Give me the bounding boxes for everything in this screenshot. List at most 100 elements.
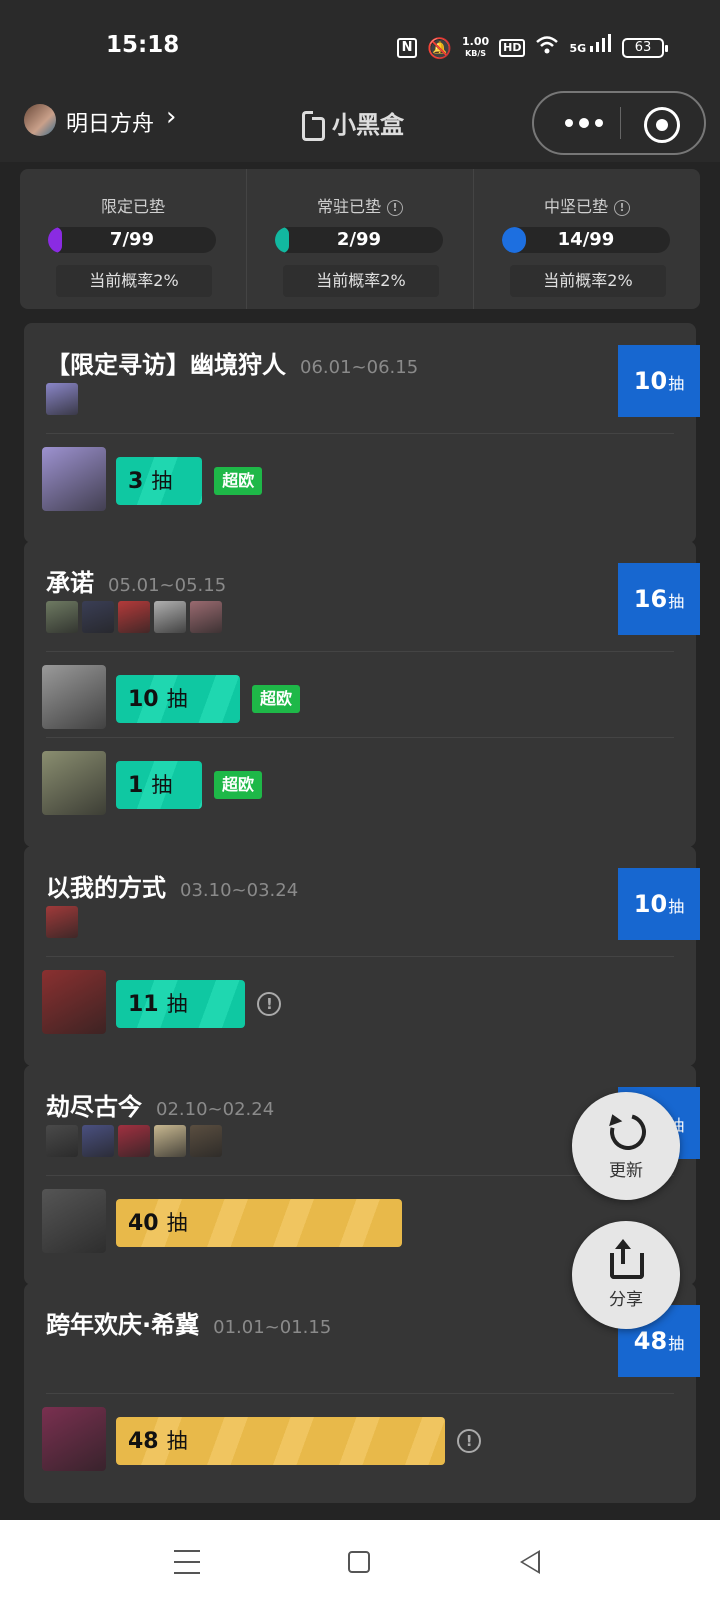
operator-thumb bbox=[118, 601, 150, 633]
info-icon[interactable]: ! bbox=[257, 992, 282, 1016]
back-icon[interactable] bbox=[520, 1550, 540, 1574]
operator-thumb bbox=[154, 601, 186, 633]
row-divider bbox=[46, 1393, 674, 1394]
operator-portrait bbox=[42, 970, 106, 1034]
pull-record[interactable]: 1抽 超欧 bbox=[42, 751, 672, 815]
capsule-divider bbox=[620, 107, 621, 139]
pity-column: 限定已垫 7/99 当前概率2% bbox=[20, 169, 246, 309]
pull-count-bar: 11 抽 bbox=[116, 980, 246, 1028]
info-icon[interactable]: ! bbox=[387, 200, 403, 216]
refresh-button[interactable]: 更新 bbox=[572, 1092, 680, 1200]
pity-title: 中坚已垫! bbox=[474, 193, 700, 217]
banner-date: 01.01~01.15 bbox=[213, 1317, 332, 1338]
operator-portrait bbox=[42, 447, 106, 511]
share-button[interactable]: 分享 bbox=[572, 1221, 680, 1329]
info-icon[interactable]: ! bbox=[614, 200, 630, 216]
home-icon[interactable] bbox=[348, 1551, 370, 1573]
pull-record[interactable]: 40 抽 bbox=[42, 1189, 672, 1253]
banner-date: 05.01~05.15 bbox=[108, 575, 227, 596]
banner-title: 跨年欢庆·希冀 01.01~01.15 bbox=[46, 1311, 332, 1339]
featured-operators bbox=[46, 383, 78, 415]
lucky-tag: 超欧 bbox=[214, 467, 263, 495]
pity-count: 14/99 bbox=[557, 229, 615, 250]
featured-operators bbox=[46, 601, 222, 633]
xiaoheihe-logo-icon bbox=[300, 109, 326, 141]
banner-card[interactable]: 以我的方式 03.10~03.24 10抽 11 抽 ! bbox=[24, 846, 700, 1066]
operator-thumb bbox=[46, 1125, 78, 1157]
banner-total-pulls: 16抽 bbox=[618, 563, 700, 635]
row-divider bbox=[46, 651, 674, 652]
brand-name: 小黑盒 bbox=[332, 111, 404, 139]
info-icon[interactable]: ! bbox=[457, 1429, 482, 1453]
pity-summary: 限定已垫 7/99 当前概率2% 常驻已垫! 2/99 当前概率2% 中坚已垫!… bbox=[20, 169, 700, 309]
featured-operators bbox=[46, 1125, 222, 1157]
menu-icon[interactable] bbox=[174, 1550, 200, 1574]
status-time: 15:18 bbox=[106, 32, 180, 58]
pull-record[interactable]: 11 抽 ! bbox=[42, 970, 672, 1034]
pull-record[interactable]: 3抽 超欧 bbox=[42, 447, 672, 511]
lucky-tag: 超欧 bbox=[214, 771, 263, 799]
game-avatar[interactable] bbox=[24, 104, 56, 136]
current-rate: 当前概率2% bbox=[56, 265, 212, 297]
refresh-icon bbox=[606, 1110, 646, 1150]
mute-icon: 🔕 bbox=[427, 35, 452, 60]
mini-program-header: 明日方舟 › 小黑盒 bbox=[0, 90, 720, 162]
banner-date: 06.01~06.15 bbox=[300, 357, 419, 378]
banner-title: 【限定寻访】幽境狩人 06.01~06.15 bbox=[46, 351, 419, 379]
pity-progress-bar: 7/99 bbox=[48, 227, 216, 253]
battery-icon: 63 bbox=[622, 37, 668, 58]
pull-count-bar: 1抽 bbox=[116, 761, 202, 809]
nfc-icon: N bbox=[397, 37, 418, 58]
banner-card[interactable]: 【限定寻访】幽境狩人 06.01~06.15 10抽 3抽 超欧 bbox=[24, 323, 700, 543]
banner-date: 03.10~03.24 bbox=[180, 880, 299, 901]
operator-portrait bbox=[42, 1407, 106, 1471]
operator-thumb bbox=[190, 1125, 222, 1157]
operator-thumb bbox=[118, 1125, 150, 1157]
brand: 小黑盒 bbox=[300, 105, 404, 141]
pull-record[interactable]: 48 抽 ! bbox=[42, 1407, 672, 1471]
game-name[interactable]: 明日方舟 bbox=[66, 106, 154, 138]
operator-portrait bbox=[42, 751, 106, 815]
banner-title: 承诺 05.01~05.15 bbox=[46, 569, 227, 597]
row-divider bbox=[46, 956, 674, 957]
pity-title: 常驻已垫! bbox=[247, 193, 473, 217]
operator-thumb bbox=[46, 383, 78, 415]
operator-thumb bbox=[82, 601, 114, 633]
pull-count-bar: 10 抽 bbox=[116, 675, 240, 723]
pull-count-bar: 40 抽 bbox=[116, 1199, 402, 1247]
banner-title: 以我的方式 03.10~03.24 bbox=[46, 874, 299, 902]
operator-thumb bbox=[82, 1125, 114, 1157]
pull-count-bar: 48 抽 bbox=[116, 1417, 446, 1465]
pity-column: 中坚已垫! 14/99 当前概率2% bbox=[473, 169, 700, 309]
share-icon bbox=[606, 1239, 646, 1279]
pull-record[interactable]: 10 抽 超欧 bbox=[42, 665, 672, 729]
operator-portrait bbox=[42, 1189, 106, 1253]
banner-date: 02.10~02.24 bbox=[156, 1099, 275, 1120]
system-nav-bar bbox=[0, 1520, 720, 1608]
pity-count: 7/99 bbox=[109, 229, 155, 250]
current-rate: 当前概率2% bbox=[510, 265, 666, 297]
gacha-record-list[interactable]: 限定已垫 7/99 当前概率2% 常驻已垫! 2/99 当前概率2% 中坚已垫!… bbox=[0, 162, 720, 1520]
row-divider bbox=[46, 433, 674, 434]
close-mini-program-icon[interactable] bbox=[644, 107, 680, 143]
banner-card[interactable]: 承诺 05.01~05.15 16抽 10 抽 超欧 1抽 超欧 bbox=[24, 541, 700, 847]
status-bar: 15:18 N 🔕 1.00 KB/S HD 5G 63 bbox=[0, 0, 720, 90]
chevron-right-icon[interactable]: › bbox=[166, 102, 176, 132]
banner-total-pulls: 10抽 bbox=[618, 345, 700, 417]
row-divider bbox=[46, 737, 674, 738]
lucky-tag: 超欧 bbox=[252, 685, 301, 713]
pity-progress-bar: 14/99 bbox=[502, 227, 670, 253]
status-icons: N 🔕 1.00 KB/S HD 5G 63 bbox=[397, 34, 668, 61]
pity-column: 常驻已垫! 2/99 当前概率2% bbox=[246, 169, 473, 309]
pity-progress-bar: 2/99 bbox=[275, 227, 443, 253]
signal-icon: 5G bbox=[569, 34, 612, 61]
pity-title: 限定已垫 bbox=[100, 197, 165, 216]
refresh-label: 更新 bbox=[609, 1161, 643, 1181]
operator-thumb bbox=[154, 1125, 186, 1157]
more-icon[interactable] bbox=[554, 111, 614, 135]
operator-thumb bbox=[46, 906, 78, 938]
pity-count: 2/99 bbox=[336, 229, 382, 250]
wifi-icon bbox=[535, 35, 559, 60]
operator-portrait bbox=[42, 665, 106, 729]
mini-program-capsule bbox=[532, 91, 706, 155]
